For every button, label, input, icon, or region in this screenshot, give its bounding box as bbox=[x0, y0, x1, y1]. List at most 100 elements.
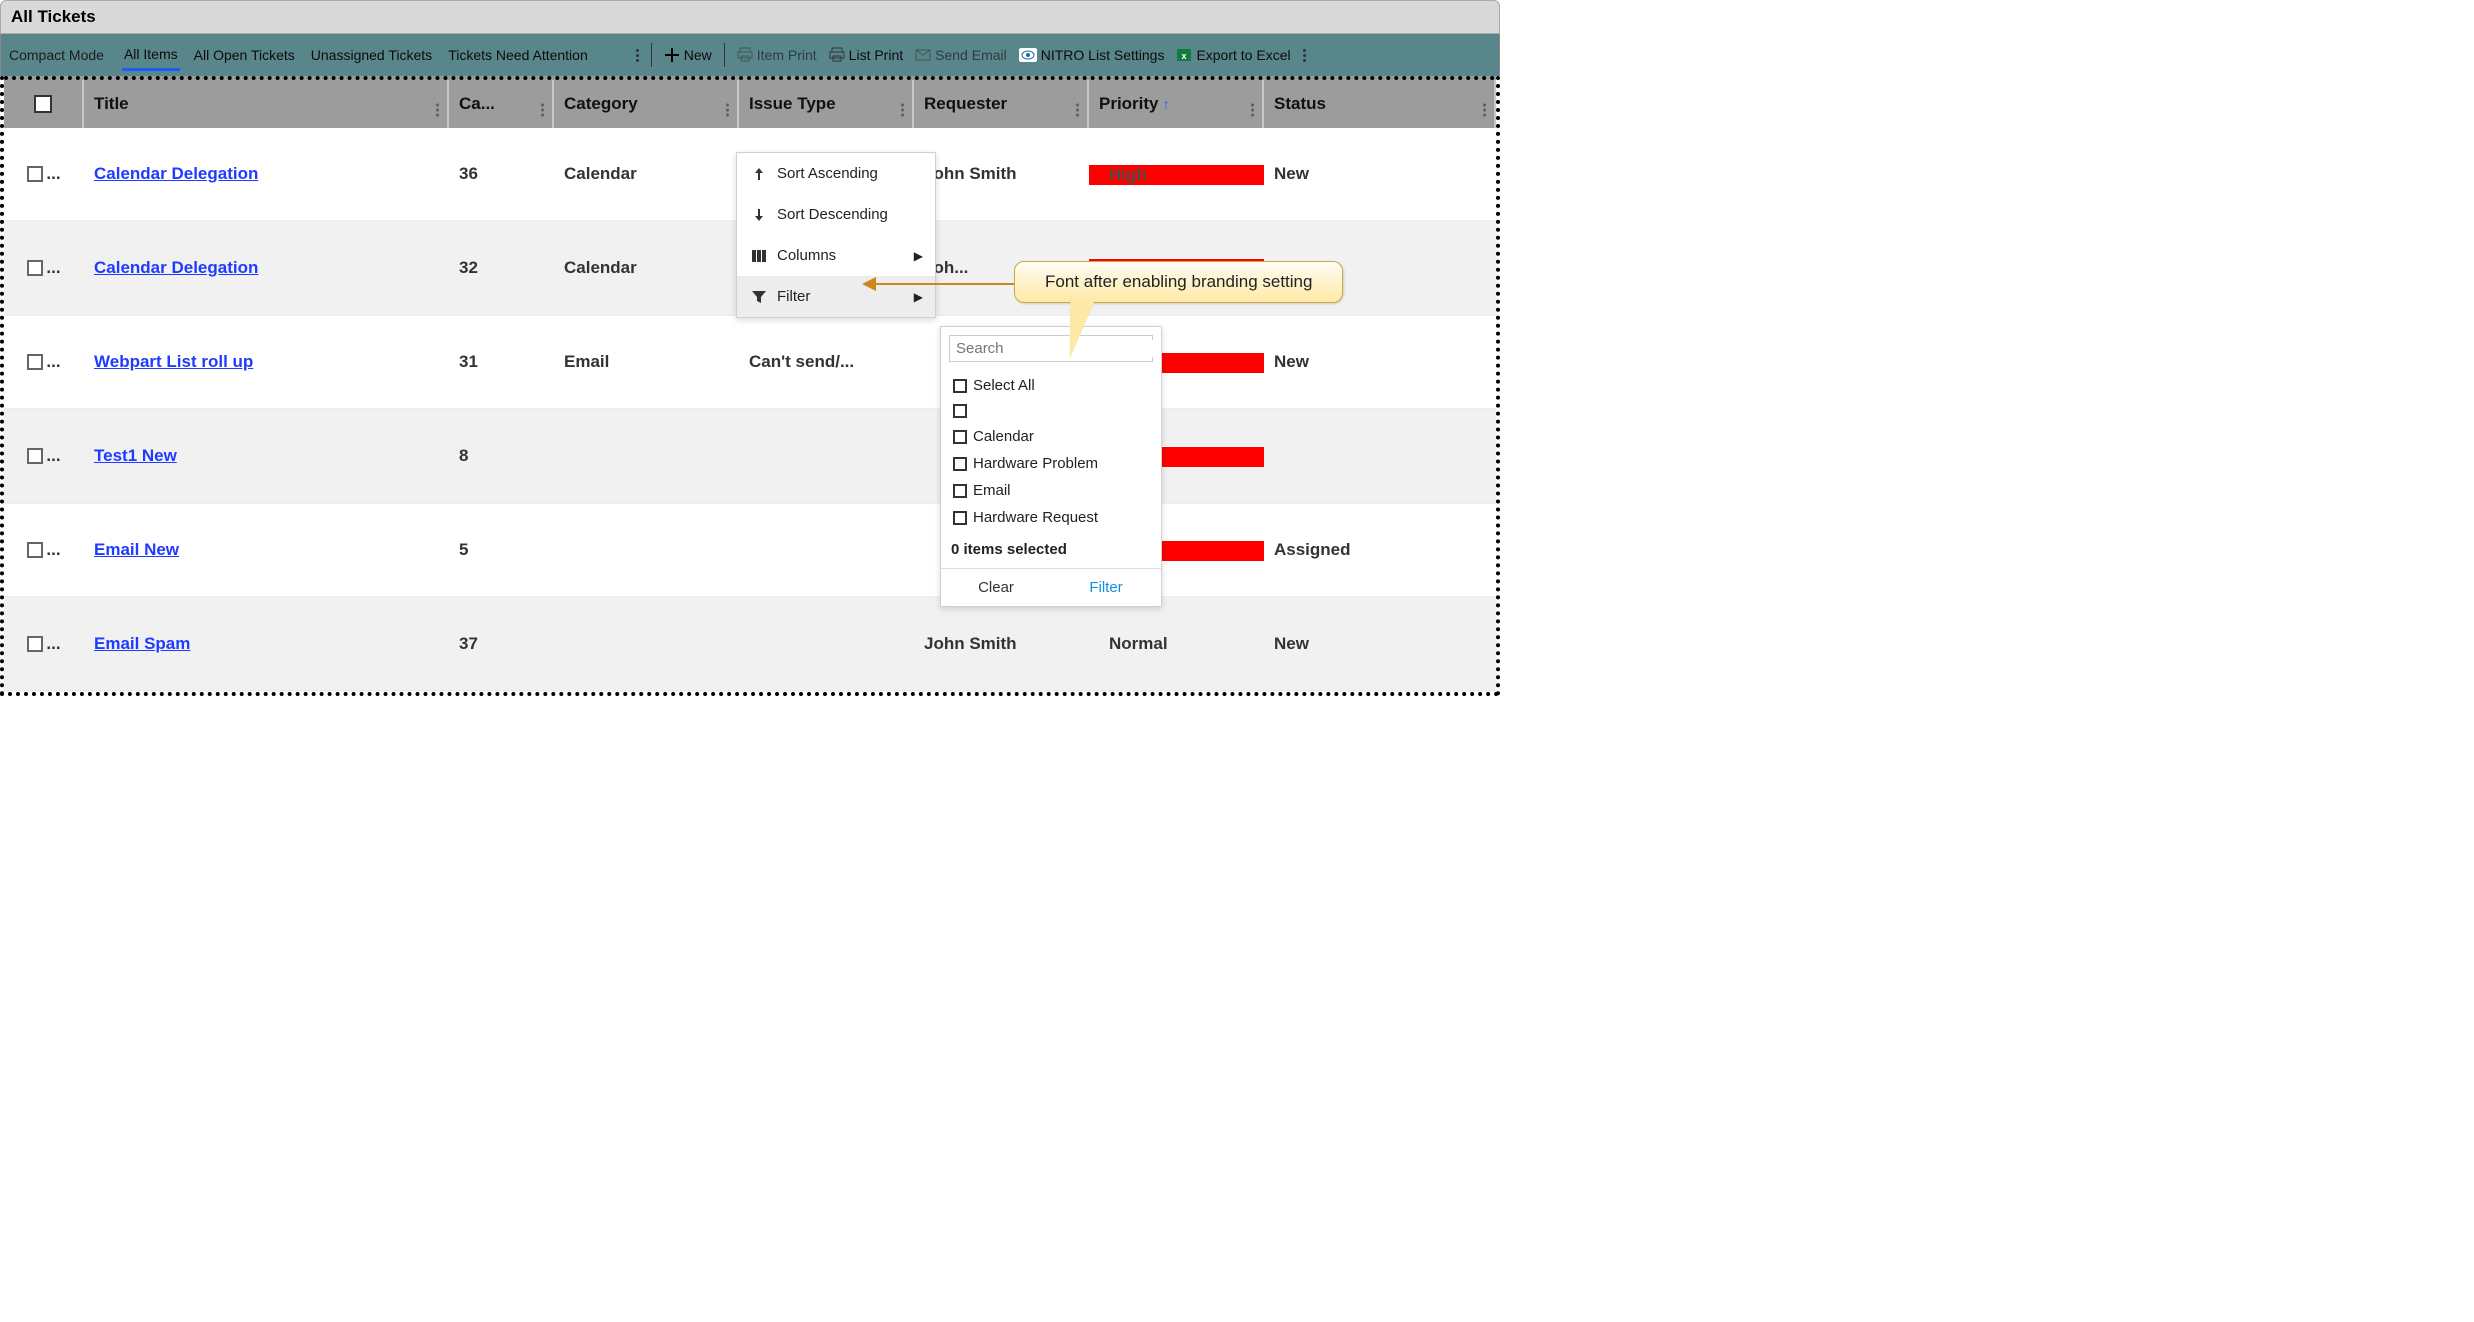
kebab-icon bbox=[636, 49, 639, 62]
send-email-button[interactable]: Send Email bbox=[909, 43, 1013, 67]
cell-status: New bbox=[1264, 352, 1496, 372]
page-title: All Tickets bbox=[0, 0, 1500, 34]
menu-columns[interactable]: Columns ▶ bbox=[737, 235, 935, 276]
col-status[interactable]: Status bbox=[1264, 80, 1496, 128]
checkbox-icon[interactable] bbox=[27, 354, 43, 370]
col-requester[interactable]: Requester bbox=[914, 80, 1089, 128]
col-menu-trigger[interactable] bbox=[901, 92, 904, 117]
view-all-open[interactable]: All Open Tickets bbox=[192, 41, 297, 69]
plus-icon bbox=[664, 47, 680, 63]
list-print-button[interactable]: List Print bbox=[823, 43, 909, 67]
view-all-items[interactable]: All Items bbox=[122, 40, 180, 71]
checkbox-icon[interactable] bbox=[27, 166, 43, 182]
arrow-up-icon bbox=[751, 166, 767, 182]
cell-title: Calendar Delegation bbox=[84, 164, 449, 184]
row-menu-icon[interactable]: ... bbox=[46, 352, 60, 372]
filter-search[interactable] bbox=[949, 335, 1153, 362]
ticket-link[interactable]: Email New bbox=[94, 540, 179, 559]
filter-opt[interactable]: Hardware Problem bbox=[951, 450, 1151, 477]
cell-ca: 5 bbox=[449, 540, 554, 560]
row-select[interactable]: ... bbox=[4, 446, 84, 466]
filter-clear-button[interactable]: Clear bbox=[941, 569, 1051, 606]
filter-icon bbox=[751, 289, 767, 305]
checkbox-icon[interactable] bbox=[27, 542, 43, 558]
filter-opt-select-all[interactable]: Select All bbox=[951, 372, 1151, 399]
row-select[interactable]: ... bbox=[4, 258, 84, 278]
col-priority[interactable]: Priority↑ bbox=[1089, 80, 1264, 128]
col-category[interactable]: Category bbox=[554, 80, 739, 128]
row-menu-icon[interactable]: ... bbox=[46, 540, 60, 560]
table-row[interactable]: ...Webpart List roll up31EmailCan't send… bbox=[4, 316, 1496, 410]
cell-category: Calendar bbox=[554, 258, 739, 278]
ticket-link[interactable]: Test1 New bbox=[94, 446, 177, 465]
row-menu-icon[interactable]: ... bbox=[46, 446, 60, 466]
col-menu-trigger[interactable] bbox=[726, 92, 729, 117]
new-button[interactable]: New bbox=[658, 43, 718, 67]
kebab-icon bbox=[1303, 49, 1306, 62]
cell-title: Webpart List roll up bbox=[84, 352, 449, 372]
svg-text:x: x bbox=[1182, 51, 1187, 61]
new-label: New bbox=[684, 47, 712, 63]
menu-sort-asc[interactable]: Sort Ascending bbox=[737, 153, 935, 194]
col-issue-type[interactable]: Issue Type bbox=[739, 80, 914, 128]
col-menu-trigger[interactable] bbox=[1076, 92, 1079, 117]
table-row[interactable]: ...Test1 New8igh bbox=[4, 410, 1496, 504]
filter-opt[interactable]: Hardware Request bbox=[951, 504, 1151, 531]
views-overflow[interactable] bbox=[630, 45, 645, 66]
col-ca[interactable]: Ca... bbox=[449, 80, 554, 128]
row-menu-icon[interactable]: ... bbox=[46, 164, 60, 184]
col-menu-trigger[interactable] bbox=[1483, 92, 1486, 117]
cell-title: Calendar Delegation bbox=[84, 258, 449, 278]
ticket-link[interactable]: Calendar Delegation bbox=[94, 164, 258, 183]
compact-mode-toggle[interactable]: Compact Mode bbox=[9, 47, 104, 63]
filter-panel: Select All Calendar Hardware Problem Ema… bbox=[940, 326, 1162, 607]
col-menu-trigger[interactable] bbox=[436, 92, 439, 117]
item-print-button[interactable]: Item Print bbox=[731, 43, 823, 67]
col-menu-trigger[interactable] bbox=[1251, 92, 1254, 117]
col-select[interactable] bbox=[4, 80, 84, 128]
filter-opt-blank[interactable] bbox=[951, 399, 1151, 423]
checkbox-icon[interactable] bbox=[27, 260, 43, 276]
list-print-label: List Print bbox=[849, 47, 903, 63]
ticket-link[interactable]: Webpart List roll up bbox=[94, 352, 253, 371]
filter-search-input[interactable] bbox=[956, 340, 1155, 357]
filter-opt[interactable]: Calendar bbox=[951, 423, 1151, 450]
table-header: Title Ca... Category Issue Type Requeste… bbox=[4, 76, 1496, 128]
ticket-link[interactable]: Email Spam bbox=[94, 634, 190, 653]
row-menu-icon[interactable]: ... bbox=[46, 258, 60, 278]
menu-sort-desc[interactable]: Sort Descending bbox=[737, 194, 935, 235]
cell-priority: High bbox=[1089, 164, 1264, 185]
toolbar-divider bbox=[724, 43, 725, 67]
toolbar-overflow[interactable] bbox=[1297, 45, 1312, 66]
export-excel-button[interactable]: x Export to Excel bbox=[1170, 43, 1296, 67]
ticket-table: Title Ca... Category Issue Type Requeste… bbox=[0, 76, 1500, 696]
nitro-settings-button[interactable]: NITRO List Settings bbox=[1013, 43, 1171, 67]
checkbox-icon[interactable] bbox=[27, 636, 43, 652]
filter-opt[interactable]: Email bbox=[951, 477, 1151, 504]
arrow-line bbox=[874, 283, 1014, 285]
table-row[interactable]: ...Email Spam37John SmithNormalNew bbox=[4, 598, 1496, 692]
checkbox-icon[interactable] bbox=[34, 95, 52, 113]
row-menu-icon[interactable]: ... bbox=[46, 634, 60, 654]
checkbox-icon[interactable] bbox=[27, 448, 43, 464]
callout-text: Font after enabling branding setting bbox=[1014, 261, 1343, 303]
toolbar-divider bbox=[651, 43, 652, 67]
cell-title: Test1 New bbox=[84, 446, 449, 466]
col-title[interactable]: Title bbox=[84, 80, 449, 128]
view-unassigned[interactable]: Unassigned Tickets bbox=[309, 41, 434, 69]
view-need-attention[interactable]: Tickets Need Attention bbox=[446, 41, 590, 69]
row-select[interactable]: ... bbox=[4, 540, 84, 560]
row-select[interactable]: ... bbox=[4, 164, 84, 184]
row-select[interactable]: ... bbox=[4, 634, 84, 654]
ticket-link[interactable]: Calendar Delegation bbox=[94, 258, 258, 277]
excel-icon: x bbox=[1176, 47, 1192, 63]
cell-requester: John Smith bbox=[914, 164, 1089, 184]
checkbox-icon bbox=[953, 379, 967, 393]
checkbox-icon bbox=[953, 484, 967, 498]
table-row[interactable]: ...Email New5ighAssigned bbox=[4, 504, 1496, 598]
checkbox-icon bbox=[953, 511, 967, 525]
item-print-label: Item Print bbox=[757, 47, 817, 63]
col-menu-trigger[interactable] bbox=[541, 92, 544, 117]
row-select[interactable]: ... bbox=[4, 352, 84, 372]
filter-apply-button[interactable]: Filter bbox=[1051, 569, 1161, 606]
